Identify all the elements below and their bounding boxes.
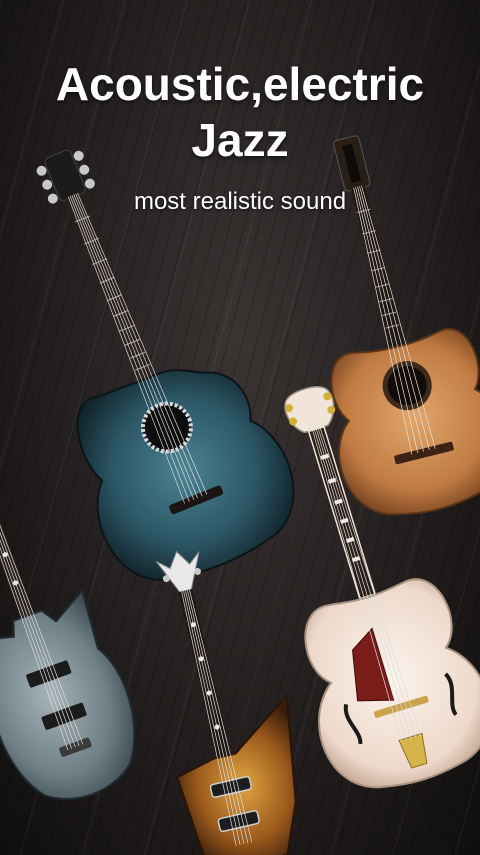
headline-line-2: Jazz (191, 114, 289, 166)
subheadline: most realistic sound (133, 188, 347, 215)
promo-screen: Acoustic,electric Jazz most realistic so… (0, 0, 480, 855)
headline-line-1: Acoustic,electric (55, 58, 425, 110)
explorer-electric-guitar-icon (155, 550, 297, 855)
headline: Acoustic,electric Jazz (0, 56, 480, 168)
classical-guitar-icon (330, 135, 480, 516)
